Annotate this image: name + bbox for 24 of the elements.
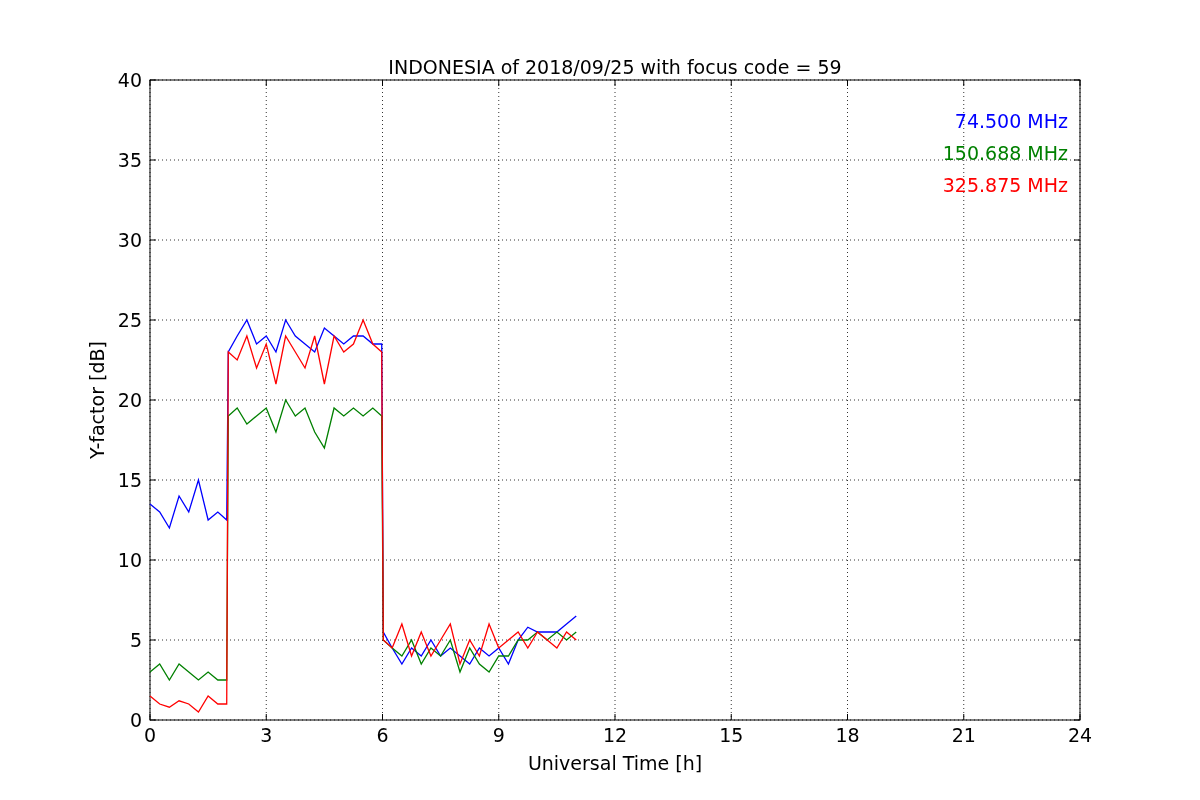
tick-label: 25 (117, 309, 142, 331)
tick-label: 40 (117, 69, 142, 91)
axis-label: Y-factor [dB] (86, 341, 108, 459)
tick-label: 35 (117, 149, 142, 171)
tick-label: 24 (1067, 724, 1093, 746)
tick-label: 30 (117, 229, 142, 251)
tick-label: 15 (719, 724, 744, 746)
axis-label: Universal Time [h] (527, 752, 703, 774)
legend-label: 325.875 MHz (942, 174, 1068, 196)
tick-label: 6 (376, 724, 389, 746)
tick-label: 9 (492, 724, 505, 746)
tick-label: 21 (951, 724, 976, 746)
tick-label: 20 (117, 389, 142, 411)
chart-title: INDONESIA of 2018/09/25 with focus code = 59 (388, 56, 842, 78)
tick-label: 0 (129, 709, 142, 731)
tick-label: 0 (143, 724, 157, 746)
tick-label: 10 (117, 549, 142, 571)
legend-label: 74.500 MHz (954, 110, 1068, 132)
tick-label: 12 (602, 724, 628, 746)
tick-label: 15 (117, 469, 142, 491)
tick-label: 3 (260, 724, 273, 746)
tick-label: 5 (129, 629, 142, 651)
tick-label: 18 (835, 724, 860, 746)
legend-label: 150.688 MHz (942, 142, 1068, 164)
